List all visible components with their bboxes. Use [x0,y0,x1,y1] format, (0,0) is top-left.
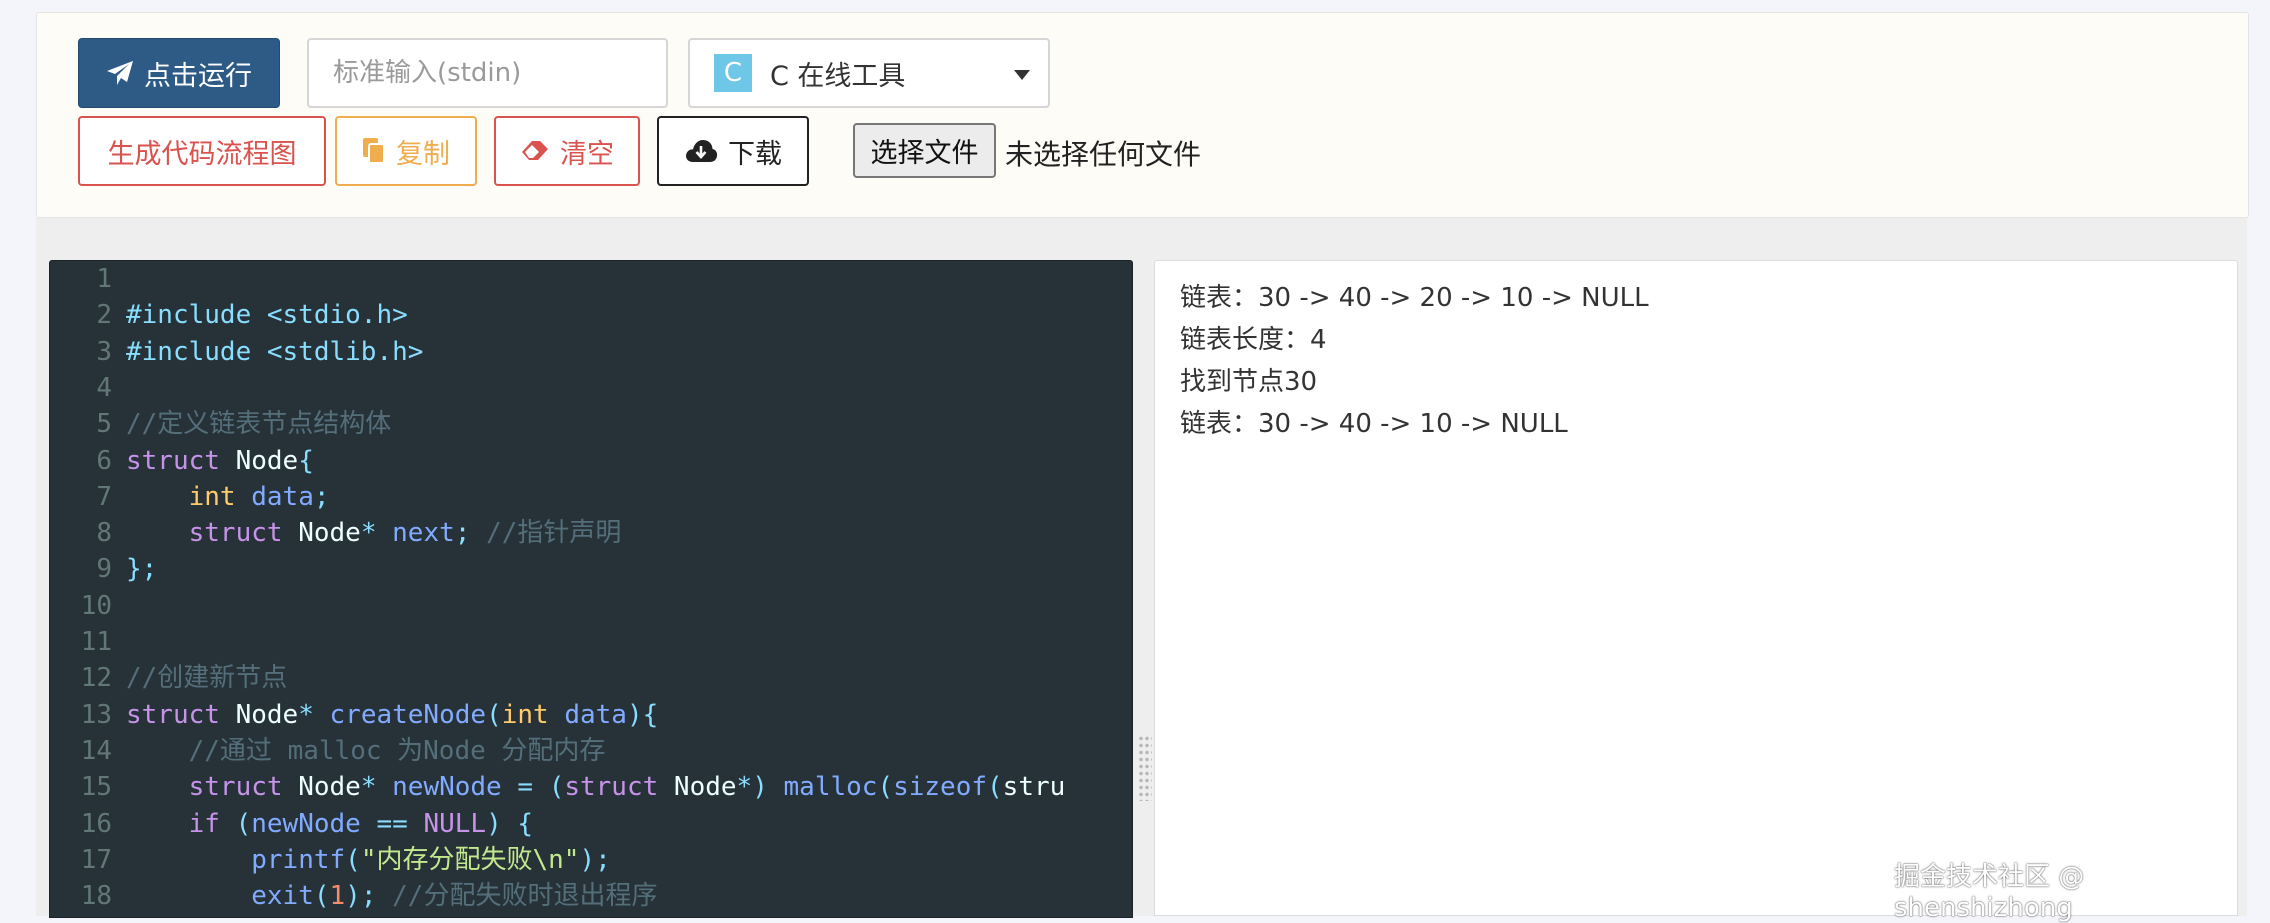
watermark: 掘金技术社区 @ shenshizhong [1894,862,2085,923]
line-number: 3 [96,336,112,367]
code-text: struct Node* createNode(int data){ [126,699,659,730]
code-text: if (newNode == NULL) { [188,808,534,839]
c-language-icon: C [714,54,752,92]
code-line[interactable]: 7 int data; [50,479,1132,515]
line-number: 7 [96,481,112,512]
line-number: 6 [96,445,112,476]
output-line: 链表：30 -> 40 -> 10 -> NULL [1180,409,1568,439]
code-line[interactable]: 11 [50,624,1132,660]
output-line: 链表长度：4 [1180,325,1327,355]
resize-handle[interactable] [1138,735,1152,801]
language-select[interactable]: C C 在线工具 [688,38,1050,108]
code-line[interactable]: 4 [50,370,1132,406]
code-line[interactable]: 13 struct Node* createNode(int data){ [50,697,1132,733]
line-number: 13 [80,699,112,730]
code-line[interactable]: 5 //定义链表节点结构体 [50,406,1132,442]
code-line[interactable]: 16 if (newNode == NULL) { [50,806,1132,842]
code-line[interactable]: 6 struct Node{ [50,443,1132,479]
code-text: struct Node{ [126,445,314,476]
download-button[interactable]: 下载 [657,116,809,186]
line-number: 8 [96,518,112,549]
code-line[interactable]: 18 exit(1); //分配失败时退出程序 [50,878,1132,914]
run-button-label: 点击运行 [144,60,252,92]
code-text: printf("内存分配失败\n"); [251,844,611,875]
code-text: //创建新节点 [126,663,288,694]
code-line[interactable]: 15 struct Node* newNode = (struct Node*)… [50,769,1132,805]
chevron-down-icon [1014,70,1030,80]
code-text: struct Node* newNode = (struct Node*) ma… [188,772,1066,803]
line-number: 11 [80,627,112,657]
code-text: exit(1); //分配失败时退出程序 [251,881,658,912]
line-number: 1 [96,264,112,294]
code-line[interactable]: 2 #include <stdio.h> [50,297,1132,333]
code-text: #include <stdio.h> [126,300,408,331]
stdin-input[interactable] [307,38,668,108]
code-line[interactable]: 10 [50,588,1132,624]
code-line[interactable]: 12 //创建新节点 [50,660,1132,696]
run-button[interactable]: 点击运行 [78,38,280,108]
line-number: 15 [80,772,112,803]
code-text: struct Node* next; //指针声明 [188,518,622,549]
output-panel: 链表：30 -> 40 -> 20 -> 10 -> NULL 链表长度：4 找到节… [1154,260,2238,916]
line-number: 17 [80,844,112,875]
language-select-value: C 在线工具 [770,60,906,92]
code-line[interactable]: 8 struct Node* next; //指针声明 [50,515,1132,551]
download-button-label: 下载 [728,138,782,170]
code-line[interactable]: 1 [50,261,1132,297]
line-number: 5 [96,409,112,440]
code-text: int data; [188,481,330,512]
choose-file-button[interactable]: 选择文件 [853,123,996,178]
line-number: 9 [96,554,112,585]
line-number: 2 [96,300,112,331]
cloud-download-icon [686,140,718,162]
code-line[interactable]: 17 printf("内存分配失败\n"); [50,842,1132,878]
code-text: //定义链表节点结构体 [126,409,392,440]
copy-button-label: 复制 [396,138,450,170]
line-number: 14 [80,735,112,766]
line-number: 18 [80,881,112,912]
code-line[interactable]: 14 //通过 malloc 为Node 分配内存 [50,733,1132,769]
generate-flowchart-button[interactable]: 生成代码流程图 [78,116,326,186]
copy-button[interactable]: 复制 [335,116,477,186]
code-editor[interactable]: 1 2 #include <stdio.h> 3 #include <stdlib.h>… [49,260,1133,918]
clear-button[interactable]: 清空 [494,116,640,186]
generate-flowchart-label: 生成代码流程图 [107,138,297,170]
code-line[interactable]: 9}; [50,551,1132,587]
file-status-text: 未选择任何文件 [1005,138,1202,171]
line-number: 12 [80,663,112,694]
output-line: 链表：30 -> 40 -> 20 -> 10 -> NULL [1180,283,1649,313]
line-number: 4 [96,372,112,403]
clear-button-label: 清空 [560,138,614,170]
output-line: 找到节点30 [1180,367,1318,397]
code-text: }; [126,554,158,585]
code-text: #include <stdlib.h> [126,336,424,367]
copy-icon [363,138,385,164]
line-number: 10 [80,590,112,621]
paper-plane-icon [107,61,133,85]
eraser-icon [522,141,548,160]
line-number: 16 [80,808,112,839]
code-text: //通过 malloc 为Node 分配内存 [188,735,606,766]
code-line[interactable]: 3 #include <stdlib.h> [50,334,1132,370]
